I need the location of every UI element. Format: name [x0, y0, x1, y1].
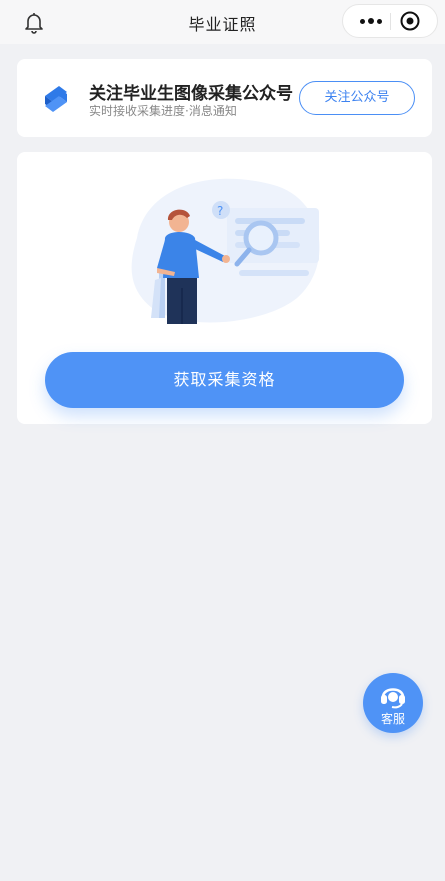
follow-card-title: 关注毕业生图像采集公众号 [89, 84, 293, 104]
official-account-logo [45, 86, 67, 112]
follow-card-subtitle: 实时接收采集进度·消息通知 [89, 104, 237, 118]
follow-account-card: 关注毕业生图像采集公众号 实时接收采集进度·消息通知 关注公众号 [17, 59, 432, 137]
person-magnifier-illustration: ? [131, 178, 320, 324]
follow-account-button[interactable]: 关注公众号 [299, 81, 415, 115]
mini-program-capsule [342, 4, 438, 38]
get-collection-eligibility-button[interactable]: 获取采集资格 [45, 352, 404, 408]
customer-service-headset-icon [381, 688, 405, 709]
close-mini-program-icon[interactable] [399, 10, 421, 32]
capsule-divider [390, 13, 391, 30]
customer-service-button[interactable]: 客服 [363, 673, 423, 733]
collection-card: ? 获取采集资格 [17, 152, 432, 424]
more-icon[interactable] [351, 5, 389, 37]
customer-service-label: 客服 [380, 712, 405, 726]
top-navigation-bar: 毕业证照 [0, 0, 445, 44]
question-mark-icon: ? [217, 204, 223, 218]
